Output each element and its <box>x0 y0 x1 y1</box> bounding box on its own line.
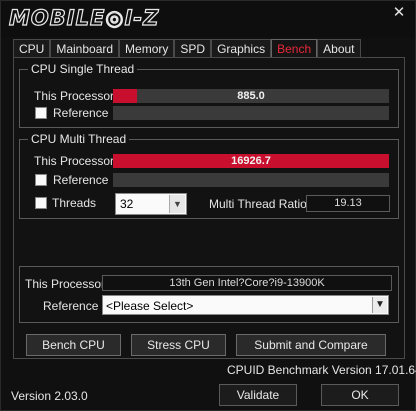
benchmark-version: CPUID Benchmark Version 17.01.64 <box>227 363 416 377</box>
bench-panel: CPU Single Thread This Processor 885.0 R… <box>13 57 405 359</box>
app-version: Version 2.03.0 <box>11 389 88 403</box>
threads-label: Threads <box>52 196 97 210</box>
multi-this-processor-bar: 16926.7 <box>113 154 389 168</box>
cpu-z-window: MOBILE◎I-Z ✕ CPU Mainboard Memory SPD Gr… <box>0 0 416 411</box>
multi-thread-ratio-value: 19.13 <box>306 195 390 212</box>
tab-graphics[interactable]: Graphics <box>211 39 272 58</box>
info-reference-label: Reference <box>43 299 99 313</box>
app-logo: MOBILE◎I-Z <box>8 6 160 30</box>
close-icon[interactable]: ✕ <box>386 3 412 23</box>
validate-button[interactable]: Validate <box>219 384 297 406</box>
stress-cpu-button[interactable]: Stress CPU <box>131 334 226 356</box>
single-this-processor-score: 885.0 <box>237 90 265 102</box>
title-bar: MOBILE◎I-Z ✕ <box>1 1 415 37</box>
threads-checkbox[interactable] <box>35 197 47 209</box>
tab-mainboard[interactable]: Mainboard <box>50 39 120 58</box>
single-this-processor-label: This Processor <box>34 89 115 103</box>
single-reference-bar <box>113 106 389 120</box>
reference-dropdown-value: <Please Select> <box>106 299 194 313</box>
submit-compare-button[interactable]: Submit and Compare <box>236 334 386 356</box>
tab-memory[interactable]: Memory <box>119 39 175 58</box>
tab-spd[interactable]: SPD <box>174 39 212 58</box>
threads-dropdown[interactable]: 32 ▼ <box>115 193 187 215</box>
tab-cpu[interactable]: CPU <box>13 39 51 58</box>
single-reference-label: Reference <box>53 106 109 120</box>
reference-dropdown[interactable]: <Please Select> ▼ <box>102 295 389 315</box>
multi-thread-ratio-label: Multi Thread Ratio <box>209 197 307 211</box>
threads-value: 32 <box>120 197 134 211</box>
single-reference-checkbox[interactable] <box>35 107 47 119</box>
chevron-down-icon[interactable]: ▼ <box>169 195 185 213</box>
tab-strip: CPU Mainboard Memory SPD Graphics Bench … <box>13 39 361 58</box>
ok-button[interactable]: OK <box>321 384 399 406</box>
multi-this-processor-label: This Processor <box>34 154 115 168</box>
single-thread-group: CPU Single Thread This Processor 885.0 R… <box>19 62 399 128</box>
multi-thread-title: CPU Multi Thread <box>28 132 130 146</box>
multi-reference-label: Reference <box>53 173 109 187</box>
multi-reference-checkbox[interactable] <box>35 174 47 186</box>
multi-reference-bar <box>113 173 389 187</box>
footer-bar: Version 2.03.0 Validate OK <box>1 382 415 410</box>
bench-cpu-button[interactable]: Bench CPU <box>26 334 121 356</box>
chevron-down-icon[interactable]: ▼ <box>372 297 387 313</box>
info-this-processor-label: This Processor <box>25 277 106 291</box>
tab-about[interactable]: About <box>317 39 361 58</box>
single-this-processor-bar: 885.0 <box>113 89 389 103</box>
processor-name-field: 13th Gen Intel?Core?i9-13900K <box>102 275 392 291</box>
logo-text: MOBILE◎I-Z <box>8 6 160 30</box>
multi-this-processor-score: 16926.7 <box>231 155 271 167</box>
tab-bench[interactable]: Bench <box>271 39 318 58</box>
single-thread-title: CPU Single Thread <box>28 62 138 76</box>
